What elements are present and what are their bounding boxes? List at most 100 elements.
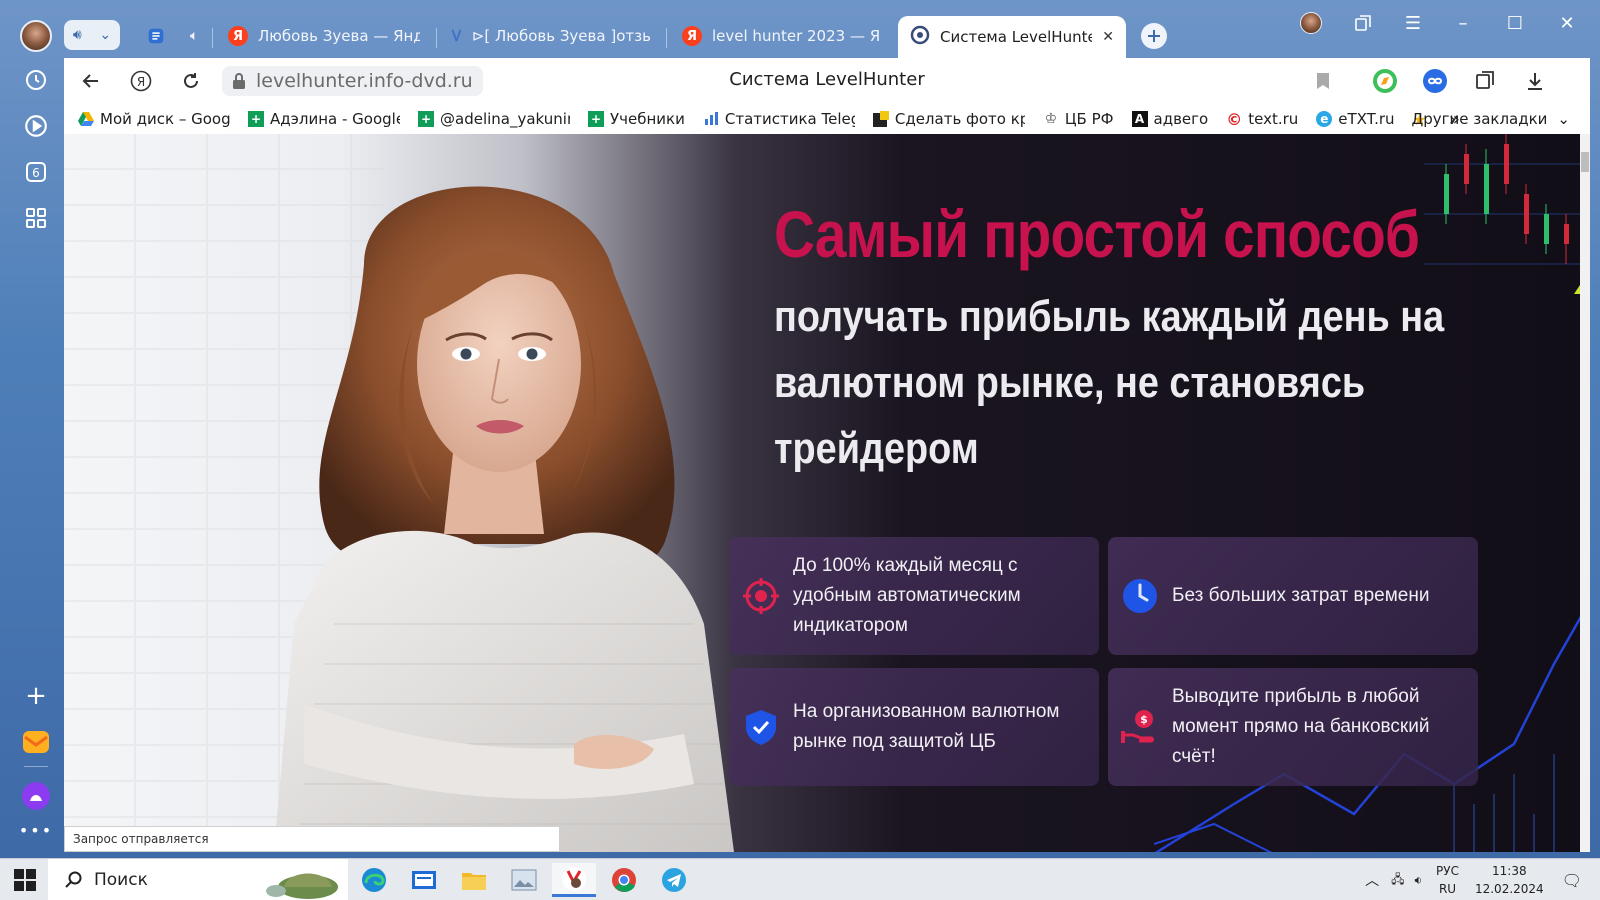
folder-icon[interactable] [452, 863, 496, 897]
bookmark-item[interactable]: ♔ ЦБ РФ [1043, 110, 1114, 128]
url-field[interactable]: levelhunter.info-dvd.ru [222, 66, 483, 96]
bookmark-item[interactable]: Статистика Telegra [703, 110, 855, 128]
clock[interactable]: 11:38 12.02.2024 [1475, 862, 1544, 898]
windows-taskbar: Поиск ︿ 🖧︎ 🔉︎ РУС RU 11:38 12.02.2024 🗨︎ [0, 858, 1600, 900]
tab-level-hunter-yandex[interactable]: Я level hunter 2023 — Яндек [670, 18, 892, 54]
google-drive-icon [78, 111, 94, 127]
hero-title: Самый простой способ [774, 197, 1420, 271]
apps-grid-icon[interactable] [18, 200, 54, 236]
levelhunter-icon [910, 25, 930, 49]
profile-avatar[interactable] [20, 20, 52, 52]
menu-icon[interactable]: ☰ [1390, 8, 1436, 38]
tab-lyubov-zueva-reviews[interactable]: Ꮩ ⊳[ Любовь Зуева ]отзыв [440, 18, 662, 54]
feature-text: На организованном валютном рынке под защ… [793, 701, 1060, 752]
download-icon[interactable] [1520, 66, 1550, 96]
other-bookmarks-button[interactable]: Другие закладки ⌄ [1411, 110, 1570, 128]
tab-lyubov-zueva-yandex[interactable]: Я Любовь Зуева — Яндекс: [216, 18, 432, 54]
photos-app-icon[interactable] [502, 863, 546, 897]
bookmark-item[interactable]: + Учебники [588, 110, 685, 128]
bookmark-item[interactable]: + Адэлина - Google [248, 110, 400, 128]
tab-separator [436, 28, 437, 48]
volume-icon[interactable]: 🔉︎ [1414, 873, 1422, 888]
feature-text: Без больших затрат времени [1172, 585, 1430, 606]
chevron-up-icon[interactable]: ︿ [1365, 870, 1379, 890]
etxt-icon: e [1316, 111, 1333, 127]
language-bottom: RU [1438, 882, 1457, 896]
bookmark-label: Адэлина - Google [270, 110, 400, 128]
history-icon[interactable] [18, 62, 54, 98]
yandex-browser-icon[interactable] [552, 863, 596, 897]
feature-card: На организованном валютном рынке под защ… [729, 668, 1099, 786]
notifications-icon[interactable]: 🗨︎ [1562, 871, 1582, 890]
bookmark-label: Мой диск – Googl [100, 110, 230, 128]
yandex-icon: Я [682, 26, 702, 46]
more-icon[interactable]: ••• [18, 812, 54, 848]
bookmark-item[interactable]: Сделать фото кру [872, 110, 1025, 128]
chrome-icon[interactable] [602, 863, 646, 897]
page-viewport: Самый простой способ получать прибыль ка… [64, 134, 1590, 852]
stats-icon [703, 111, 719, 127]
turtle-illustration-icon [266, 873, 338, 899]
google-sheets-icon: + [418, 111, 434, 127]
feature-card: Без больших затрат времени [1108, 537, 1478, 655]
new-tab-button[interactable] [1140, 18, 1176, 54]
scrollbar-thumb[interactable] [1581, 152, 1589, 172]
bookmark-label: Учебники [610, 110, 685, 128]
bookmarks-bar: Мой диск – Googl + Адэлина - Google + @a… [64, 104, 1590, 134]
bookmark-item[interactable]: © text.ru [1226, 109, 1299, 129]
edge-icon[interactable] [352, 863, 396, 897]
bookmark-item[interactable]: + @adelina_yakunina [418, 110, 570, 128]
bookmark-icon[interactable] [1308, 66, 1338, 96]
other-bookmarks-label: Другие закладки [1411, 110, 1548, 128]
google-sheets-icon: + [588, 111, 604, 127]
maximize-button[interactable]: ☐ [1492, 8, 1538, 38]
status-bubble: Запрос отправляется [64, 826, 560, 852]
windows-start-icon[interactable] [14, 869, 36, 891]
language-top: РУС [1436, 864, 1459, 878]
mail-icon[interactable] [18, 724, 54, 760]
reload-icon[interactable] [176, 66, 206, 96]
extension-compass-icon[interactable] [1370, 66, 1400, 96]
screenshot-icon[interactable] [1470, 66, 1500, 96]
tab-separator [666, 28, 667, 48]
tab-group-icon[interactable] [136, 18, 176, 54]
tab-label: ⊳[ Любовь Зуева ]отзыв [471, 27, 650, 45]
feature-text: До 100% каждый месяц с удобным автоматич… [793, 555, 1021, 636]
taskbar-search[interactable]: Поиск [48, 859, 348, 900]
clock-time: 11:38 [1492, 864, 1527, 878]
textru-icon: © [1226, 109, 1243, 129]
alice-assistant-icon[interactable] [18, 778, 54, 814]
extension-infinity-icon[interactable] [1420, 66, 1450, 96]
yandex-home-icon[interactable]: Я [126, 66, 156, 96]
file-manager-icon[interactable] [402, 863, 446, 897]
video-play-icon[interactable] [18, 108, 54, 144]
tab-levelhunter-active[interactable]: Система LevelHunter ✕ [898, 16, 1126, 58]
collections-icon[interactable] [1340, 8, 1386, 38]
target-icon [743, 578, 779, 614]
back-arrow-icon[interactable] [76, 66, 106, 96]
add-panel-icon[interactable]: + [18, 678, 54, 714]
bookmark-label: text.ru [1248, 110, 1299, 128]
network-icon[interactable]: 🖧︎ [1391, 870, 1404, 891]
language-indicator[interactable]: РУС RU [1436, 862, 1459, 898]
browser-window: 6 + ••• 🔊︎ ⌄ 🔈︎ Я Любовь Зуева — Яндекс: [0, 0, 1600, 858]
hero-subtitle: получать прибыль каждый день на валютном… [774, 292, 1445, 473]
browser-sidebar: 6 + ••• [0, 0, 72, 858]
feature-card: До 100% каждый месяц с удобным автоматич… [729, 537, 1099, 655]
tab-close-icon[interactable]: ✕ [1102, 29, 1114, 45]
bookmark-item[interactable]: Мой диск – Googl [78, 110, 230, 128]
page-scrollbar[interactable] [1580, 134, 1590, 852]
lock-icon [233, 73, 245, 89]
telegram-icon[interactable] [652, 863, 696, 897]
yandex-icon: Я [228, 26, 248, 46]
bookmark-item[interactable]: e eTXT.ru [1316, 110, 1395, 128]
counter-badge-icon[interactable]: 6 [18, 154, 54, 190]
profile-avatar-small[interactable] [1300, 12, 1322, 34]
google-sheets-icon: + [248, 111, 264, 127]
cbr-icon: ♔ [1044, 111, 1058, 127]
tab-separator [212, 28, 213, 48]
close-window-button[interactable]: ✕ [1544, 8, 1590, 38]
tab-sound-icon[interactable]: 🔈︎ [178, 18, 208, 54]
minimize-button[interactable]: – [1440, 8, 1486, 38]
bookmark-item[interactable]: A адвего [1131, 110, 1208, 128]
